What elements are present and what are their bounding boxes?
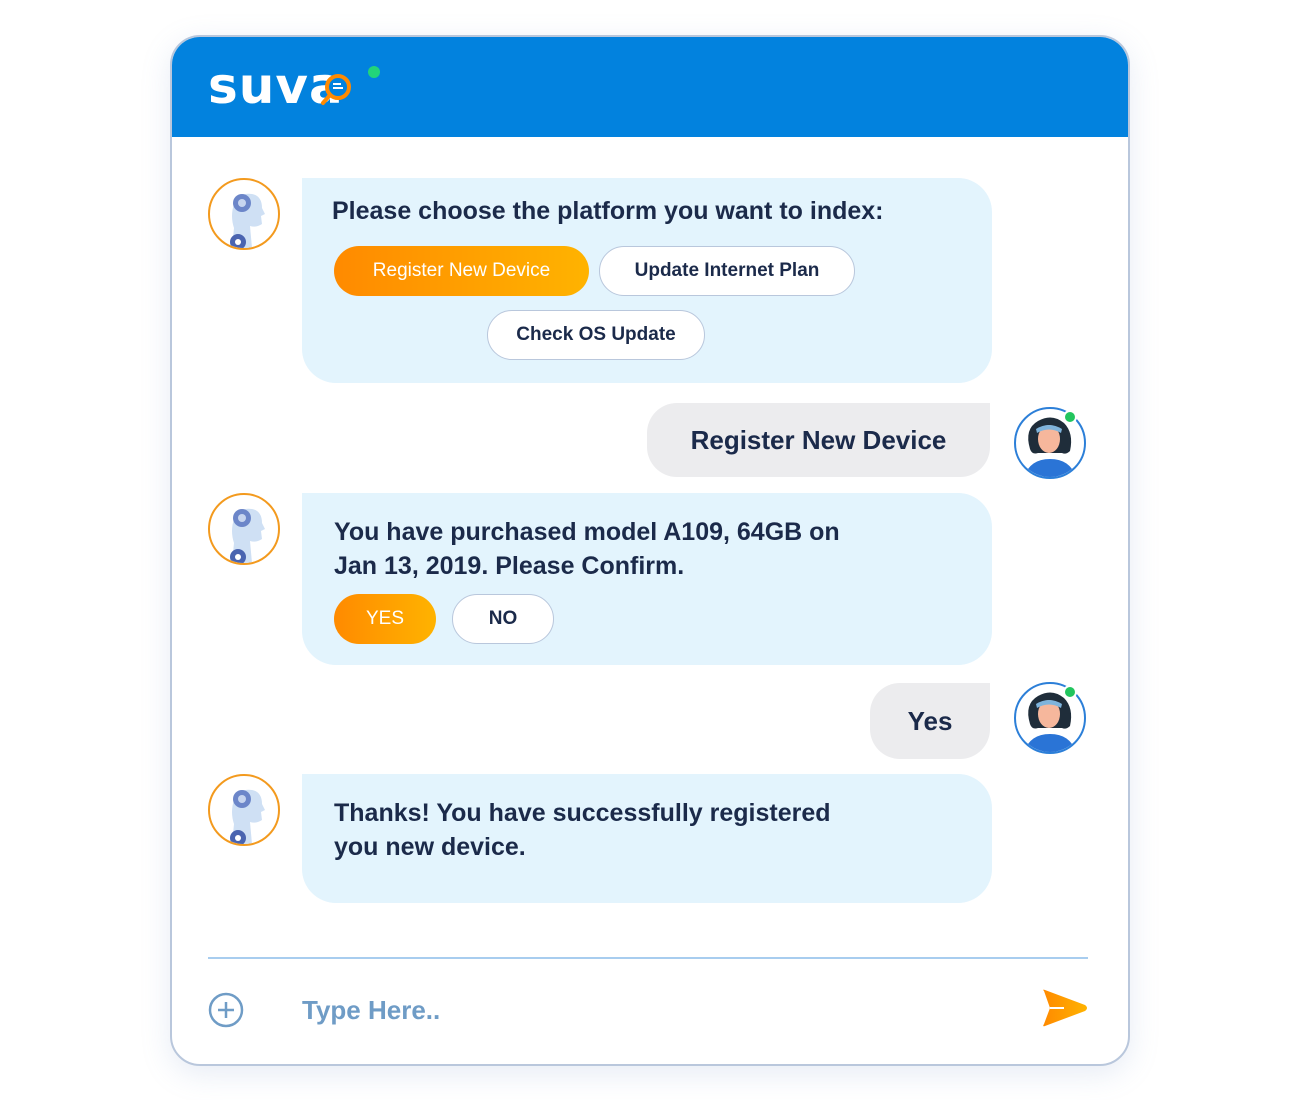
bot-avatar <box>208 178 280 250</box>
suva-logo: suva <box>208 57 388 115</box>
user-message-text: Register New Device <box>690 424 947 455</box>
bot-avatar <box>208 493 280 565</box>
plus-circle-icon[interactable] <box>208 992 244 1028</box>
bot-message-text: Please choose the platform you want to i… <box>332 197 884 225</box>
option-update-internet-plan[interactable]: Update Internet Plan <box>599 246 855 296</box>
user-online-dot <box>1063 685 1077 699</box>
user-online-dot <box>1063 410 1077 424</box>
bot-message-bubble: Thanks! You have successfully registered… <box>302 774 992 903</box>
bot-message-line-2: you new device. <box>334 833 526 861</box>
bot-message-line-1: Thanks! You have successfully registered <box>334 799 831 827</box>
message-input[interactable] <box>302 987 1002 1033</box>
chat-widget: suva Please choose the platform you want… <box>170 35 1130 1066</box>
send-arrow-icon[interactable] <box>1040 987 1090 1029</box>
bot-message-bubble: Please choose the platform you want to i… <box>302 178 992 383</box>
robot-icon <box>230 789 265 844</box>
bot-message-line-1: You have purchased model A109, 64GB on <box>334 518 840 546</box>
bot-message-bubble: You have purchased model A109, 64GB on J… <box>302 493 992 665</box>
option-yes[interactable]: YES <box>334 594 436 644</box>
robot-icon <box>230 508 265 563</box>
bot-avatar <box>208 774 280 846</box>
option-register-new-device[interactable]: Register New Device <box>334 246 589 296</box>
user-message-text: Yes <box>907 705 953 736</box>
magnifier-chat-icon <box>321 74 351 105</box>
robot-icon <box>230 193 265 248</box>
online-status-dot <box>368 66 380 78</box>
option-no[interactable]: NO <box>452 594 554 644</box>
user-message-bubble: Register New Device <box>647 403 990 477</box>
chat-header: suva <box>172 37 1128 137</box>
option-check-os-update[interactable]: Check OS Update <box>487 310 705 360</box>
bot-message-line-2: Jan 13, 2019. Please Confirm. <box>334 552 685 580</box>
composer-divider <box>208 957 1088 959</box>
user-message-bubble: Yes <box>870 683 990 759</box>
